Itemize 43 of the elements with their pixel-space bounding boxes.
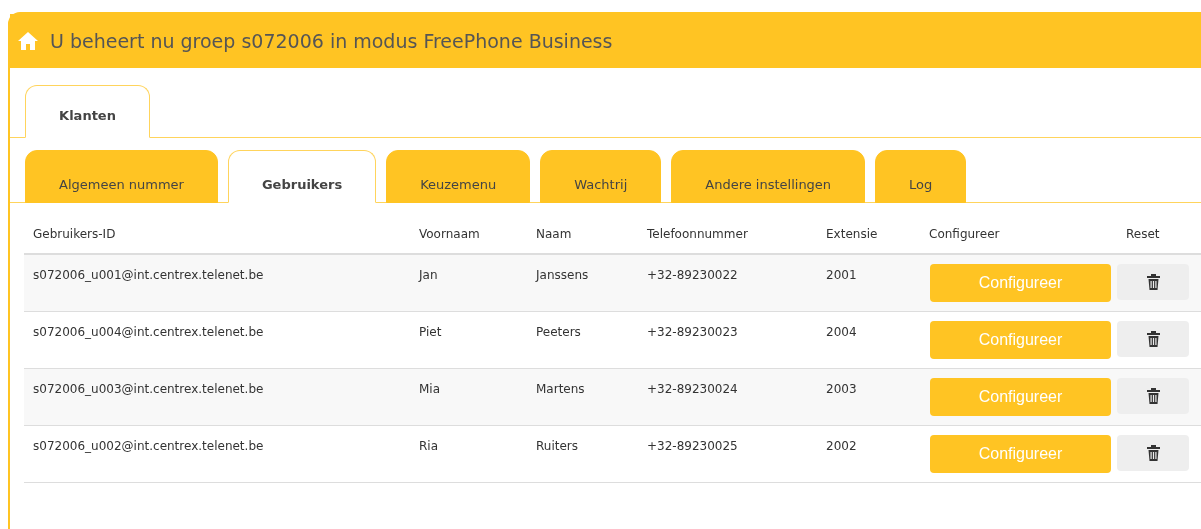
reset-button[interactable] xyxy=(1117,378,1189,414)
table-cell: Mia xyxy=(419,382,441,396)
table-cell: +32-89230022 xyxy=(647,268,738,282)
trash-icon xyxy=(1146,274,1160,290)
table-cell: +32-89230023 xyxy=(647,325,738,339)
column-header: Configureer xyxy=(929,227,1000,241)
table-cell: s072006_u002@int.centrex.telenet.be xyxy=(33,439,264,453)
table-cell: 2002 xyxy=(826,439,857,453)
sub-tab[interactable]: Gebruikers xyxy=(227,150,377,203)
column-header: Extensie xyxy=(826,227,878,241)
table-cell: +32-89230024 xyxy=(647,382,738,396)
table-cell: 2001 xyxy=(826,268,857,282)
main-tab[interactable]: Klanten xyxy=(25,85,150,138)
column-header: Naam xyxy=(536,227,572,241)
table-cell: Peeters xyxy=(536,325,581,339)
table-cell: s072006_u003@int.centrex.telenet.be xyxy=(33,382,264,396)
table-cell: Martens xyxy=(536,382,585,396)
sub-tab[interactable]: Keuzemenu xyxy=(386,150,531,203)
table-cell: s072006_u004@int.centrex.telenet.be xyxy=(33,325,264,339)
column-header: Telefoonnummer xyxy=(647,227,748,241)
trash-icon xyxy=(1146,331,1160,347)
table-cell: 2004 xyxy=(826,325,857,339)
table-cell: Ruiters xyxy=(536,439,578,453)
table-cell: Ria xyxy=(419,439,439,453)
sub-tab[interactable]: Algemeen nummer xyxy=(25,150,218,203)
sub-tab[interactable]: Log xyxy=(875,150,967,203)
table-cell: Piet xyxy=(419,325,442,339)
table-cell: Jan xyxy=(419,268,438,282)
sub-tab[interactable]: Wachtrij xyxy=(540,150,662,203)
reset-button[interactable] xyxy=(1117,264,1189,300)
trash-icon xyxy=(1146,445,1160,461)
table-cell: 2003 xyxy=(826,382,857,396)
header-title: U beheert nu groep s072006 in modus FreePhone Business xyxy=(50,28,613,54)
column-header: Gebruikers-ID xyxy=(33,227,116,241)
column-header: Voornaam xyxy=(419,227,480,241)
column-header: Reset xyxy=(1126,227,1160,241)
table-cell: +32-89230025 xyxy=(647,439,738,453)
reset-button[interactable] xyxy=(1117,321,1189,357)
trash-icon xyxy=(1146,388,1160,404)
sub-tab[interactable]: Andere instellingen xyxy=(671,150,866,203)
table-cell: Janssens xyxy=(536,268,589,282)
table-cell: s072006_u001@int.centrex.telenet.be xyxy=(33,268,264,282)
reset-button[interactable] xyxy=(1117,435,1189,471)
